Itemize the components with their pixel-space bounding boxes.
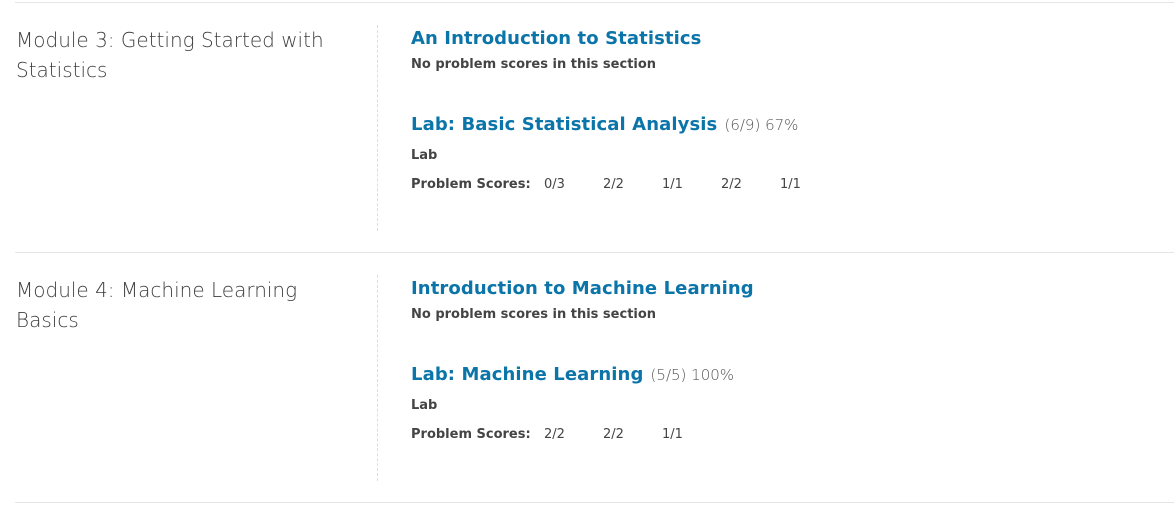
chapter-title: Module 4: Machine Learning Basics bbox=[16, 278, 298, 332]
section-item: Lab: Basic Statistical Analysis (6/9) 67… bbox=[411, 112, 839, 194]
problem-scores-label: Problem Scores: bbox=[411, 427, 531, 442]
problem-scores-row: Problem Scores: 0/3 2/2 1/1 2/2 1/1 bbox=[411, 176, 839, 194]
section-link[interactable]: Introduction to Machine Learning bbox=[411, 278, 754, 299]
section-link[interactable]: Lab: Machine Learning bbox=[411, 364, 643, 385]
problem-score: 2/2 bbox=[603, 177, 624, 192]
section-score: (5/5) 100% bbox=[650, 366, 735, 384]
chapter-divider bbox=[377, 275, 378, 481]
problem-scores-row: Problem Scores: 2/2 2/2 1/1 bbox=[411, 426, 734, 444]
section-item: Lab: Machine Learning (5/5) 100% Lab Pro… bbox=[411, 362, 734, 444]
section-item: Introduction to Machine Learning No prob… bbox=[411, 276, 754, 324]
chapter-title: Module 3: Getting Started with Statistic… bbox=[16, 28, 324, 82]
section-item: An Introduction to Statistics No problem… bbox=[411, 26, 701, 74]
problem-score: 2/2 bbox=[721, 177, 742, 192]
problem-score: 2/2 bbox=[603, 427, 624, 442]
top-divider-line bbox=[15, 2, 1174, 3]
problem-score: 1/1 bbox=[662, 427, 683, 442]
section-score: (6/9) 67% bbox=[724, 116, 799, 134]
section-format: Lab bbox=[411, 398, 438, 413]
problem-score: 0/3 bbox=[544, 177, 565, 192]
bottom-divider-line bbox=[15, 502, 1174, 503]
no-scores-note: No problem scores in this section bbox=[411, 307, 657, 322]
problem-scores-label: Problem Scores: bbox=[411, 177, 531, 192]
problem-score: 2/2 bbox=[544, 427, 565, 442]
problem-score: 1/1 bbox=[780, 177, 801, 192]
problem-score: 1/1 bbox=[662, 177, 683, 192]
section-link[interactable]: Lab: Basic Statistical Analysis bbox=[411, 114, 717, 135]
no-scores-note: No problem scores in this section bbox=[411, 57, 657, 72]
section-link[interactable]: An Introduction to Statistics bbox=[411, 28, 701, 49]
chapter-divider bbox=[377, 25, 378, 231]
chapter-divider-line bbox=[15, 252, 1174, 253]
section-format: Lab bbox=[411, 148, 438, 163]
